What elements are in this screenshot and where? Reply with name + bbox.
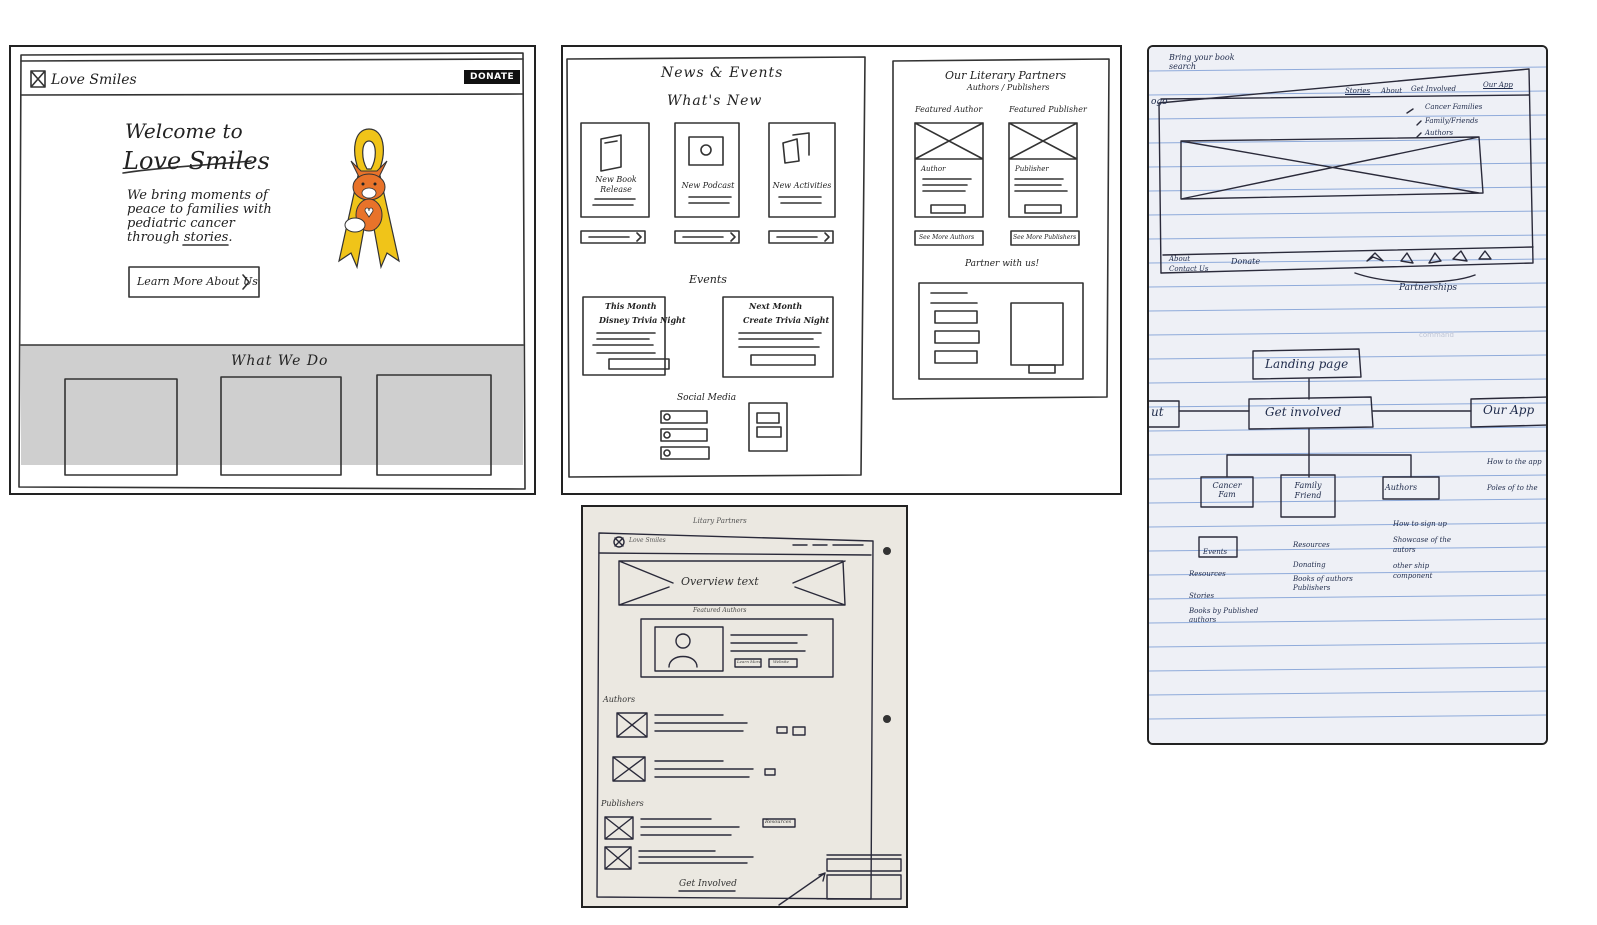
partnerships-label: Partnerships — [1399, 283, 1458, 293]
branch-authors: Authors — [1385, 483, 1418, 492]
family-item-resources: Resources — [1293, 541, 1330, 549]
node-left-cut: ut — [1151, 405, 1164, 419]
cancer-fam-item-books: Books by Published authors — [1189, 607, 1259, 624]
footer-about[interactable]: About — [1169, 255, 1190, 263]
node-our-app: Our App — [1483, 403, 1535, 417]
authors-item-showcase: Showcase of the autors — [1393, 536, 1452, 554]
event-2-heading: Next Month — [749, 301, 803, 311]
partners-title-1: Our Literary Partners — [945, 69, 1067, 82]
what-we-do-title: What We Do — [231, 353, 329, 369]
sitemap-notebook-photo: Bring your book search ogo Stories About… — [1147, 45, 1548, 745]
event-1-title: Disney Trivia Night — [599, 315, 686, 325]
nav-stories[interactable]: Stories — [1345, 87, 1370, 95]
news-title: News & Events — [661, 65, 784, 81]
welcome-heading-line1: Welcome to — [125, 119, 243, 143]
authors-item-signup: How to sign up — [1393, 520, 1447, 528]
footer-donate[interactable]: Donate — [1231, 257, 1260, 266]
card-new-book-label2: Release — [600, 185, 632, 194]
learn-more-button[interactable]: Learn More About Us — [137, 275, 258, 288]
authors-heading: Authors — [603, 695, 636, 704]
social-media-title: Social Media — [677, 393, 737, 403]
submenu-cancer-families[interactable]: Cancer Families — [1425, 103, 1482, 111]
family-item-donating: Donating — [1293, 561, 1326, 569]
card-new-activities-label: New Activities — [772, 181, 832, 190]
authors-list: How to sign up Showcase of the autors ot… — [1393, 519, 1463, 581]
event-1-heading: This Month — [605, 301, 657, 311]
partners-title-2: Authors / Publishers — [967, 83, 1050, 92]
partners-sketch-lines — [583, 507, 906, 906]
note-top: Bring your book search — [1169, 53, 1235, 71]
tagline-line3: pediatric cancer — [127, 216, 235, 231]
notebook-lines — [1149, 47, 1546, 743]
command-stamp: command — [1419, 331, 1454, 339]
sitemap-logo-left: ogo — [1151, 97, 1168, 107]
sketch-page-title: Litary Partners — [693, 517, 747, 525]
family-item-books: Books of authors Publishers — [1293, 575, 1353, 592]
donate-button[interactable]: DONATE — [464, 70, 521, 84]
partner-cta: Partner with us! — [965, 259, 1040, 269]
see-more-authors-button[interactable]: See More Authors — [919, 234, 974, 241]
branch-family-friend: Family Friend — [1294, 481, 1322, 500]
tagline-line4: through stories. — [127, 231, 272, 245]
app-list: How to the app Poles of to the — [1487, 457, 1546, 493]
publishers-heading: Publishers — [601, 799, 644, 808]
cancer-fam-item-events: Events — [1203, 548, 1228, 556]
node-landing-page: Landing page — [1265, 357, 1349, 371]
cancer-fam-item-resources: Resources — [1189, 570, 1226, 578]
branch-cancer-fam: Cancer Fam — [1212, 481, 1242, 499]
card-new-book-label1: New Book — [595, 175, 637, 184]
cancer-fam-item-stories: Stories — [1189, 592, 1215, 600]
news-partners-wireframe-panel: News & Events What's New New Book Releas… — [561, 45, 1122, 495]
family-list: Resources Donating Books of authors Publ… — [1293, 535, 1377, 593]
home-logo-text[interactable]: Love Smiles — [51, 72, 137, 88]
submenu-authors[interactable]: Authors — [1425, 129, 1453, 137]
event-2-title: Create Trivia Night — [743, 315, 830, 325]
events-title: Events — [689, 273, 727, 286]
submenu-family-friends[interactable]: Family/Friends — [1425, 117, 1478, 125]
author-label: Author — [921, 165, 946, 173]
cancer-fam-list: Events Resources Stories Books by Publis… — [1189, 541, 1279, 625]
nav-get-involved[interactable]: Get Involved — [1411, 85, 1456, 93]
tagline-through: through — [127, 230, 180, 245]
card-new-podcast[interactable]: New Podcast — [675, 181, 741, 190]
card-new-book[interactable]: New Book Release — [583, 175, 649, 195]
tagline: We bring moments of peace to families wi… — [127, 189, 272, 245]
tagline-line2: peace to families with — [127, 202, 272, 217]
featured-author-label: Featured Author — [915, 105, 983, 114]
featured-authors-label: Featured Authors — [693, 607, 747, 614]
tagline-line1: We bring moments of — [127, 188, 268, 203]
fox-ribbon-icon — [338, 128, 400, 270]
publisher-label: Publisher — [1015, 165, 1049, 173]
sketch-get-involved-link[interactable]: Get Involved — [679, 879, 737, 889]
card-new-activities[interactable]: New Activities — [769, 181, 835, 190]
welcome-heading-line2: Love Smiles — [123, 147, 270, 175]
app-item-how-to: How to the app — [1487, 458, 1542, 466]
whats-new-title: What's New — [667, 93, 763, 109]
resources-button[interactable]: Resources — [765, 819, 791, 825]
node-get-involved: Get involved — [1265, 405, 1342, 419]
partners-sketch-photo: Litary Partners Love Smiles Overview tex… — [581, 505, 908, 908]
tagline-period: . — [228, 230, 233, 245]
featured-publisher-label: Featured Publisher — [1009, 105, 1087, 114]
app-item-poles: Poles of to the — [1487, 484, 1538, 492]
nav-our-app[interactable]: Our App — [1483, 81, 1513, 89]
card-new-podcast-label: New Podcast — [681, 181, 735, 190]
home-wireframe-panel: Love Smiles DONATE Welcome to Love Smile… — [9, 45, 536, 495]
sketch-learn-more-button[interactable]: Learn More — [737, 659, 761, 664]
sketch-website-button[interactable]: Website — [773, 659, 789, 664]
footer-contact[interactable]: Contact Us — [1169, 265, 1209, 273]
overview-text: Overview text — [681, 575, 759, 588]
home-wireframe-lines — [18, 52, 526, 490]
authors-item-ship: other ship component — [1393, 562, 1433, 580]
see-more-publishers-button[interactable]: See More Publishers — [1013, 234, 1076, 241]
nav-about[interactable]: About — [1381, 87, 1402, 95]
stories-link[interactable]: stories — [184, 230, 228, 245]
sketch-logo-text[interactable]: Love Smiles — [629, 537, 666, 544]
